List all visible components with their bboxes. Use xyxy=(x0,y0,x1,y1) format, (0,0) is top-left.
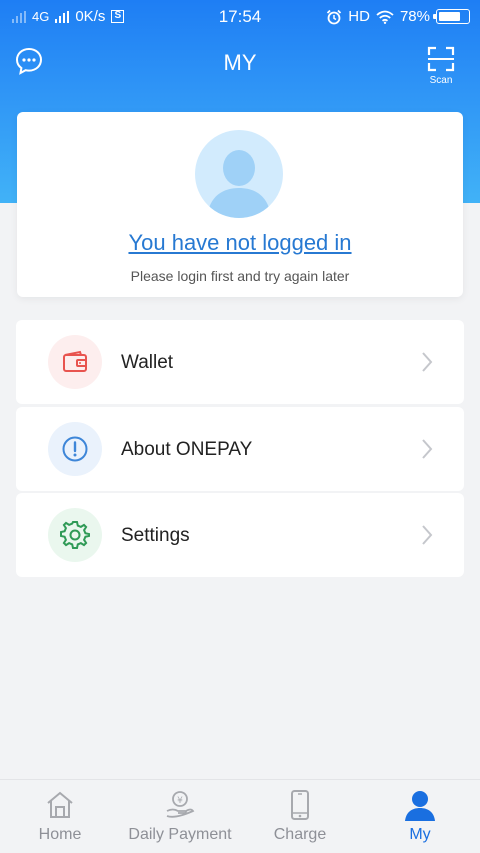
tab-home[interactable]: Home xyxy=(0,780,120,853)
chevron-right-icon xyxy=(422,525,433,545)
battery-level xyxy=(439,12,460,21)
status-bar: 4G 0K/s S 17:54 HD 78% xyxy=(0,0,480,34)
default-avatar-icon xyxy=(207,150,271,218)
wallet-icon xyxy=(63,350,87,372)
tab-label-daily-payment: Daily Payment xyxy=(128,826,232,843)
svg-text:¥: ¥ xyxy=(177,796,183,806)
tab-daily-payment[interactable]: ¥ Daily Payment xyxy=(120,780,240,853)
battery-percent: 78% xyxy=(399,8,430,25)
chevron-right-icon xyxy=(422,352,433,372)
avatar[interactable] xyxy=(195,130,283,218)
tab-charge[interactable]: Charge xyxy=(240,780,360,853)
gear-icon-badge xyxy=(48,508,102,562)
home-icon xyxy=(47,791,73,818)
tab-my[interactable]: My xyxy=(360,780,480,853)
menu-label-wallet: Wallet xyxy=(121,352,174,373)
bottom-tab-bar: Home ¥ Daily Payment Charge My xyxy=(0,779,480,853)
login-hint: Please login first and try again later xyxy=(130,268,350,284)
login-link[interactable]: You have not logged in xyxy=(17,230,463,256)
wallet-icon-badge xyxy=(48,335,102,389)
chevron-right-icon xyxy=(422,439,433,459)
phone-icon xyxy=(291,790,309,820)
hd-indicator: HD xyxy=(348,8,370,25)
info-icon xyxy=(62,436,88,462)
tab-label-charge: Charge xyxy=(273,826,327,843)
scan-icon xyxy=(427,46,455,72)
profile-card: You have not logged in Please login firs… xyxy=(17,112,463,297)
menu-item-settings[interactable]: Settings xyxy=(16,493,464,577)
page-title: MY xyxy=(223,50,257,75)
wifi-icon xyxy=(376,10,394,24)
tab-label-home: Home xyxy=(38,826,82,843)
alarm-clock-icon xyxy=(327,9,342,24)
gear-icon xyxy=(60,521,90,549)
scan-label: Scan xyxy=(429,75,453,86)
menu-label-about: About ONEPAY xyxy=(121,439,253,460)
info-icon-badge xyxy=(48,422,102,476)
menu-item-wallet[interactable]: Wallet xyxy=(16,320,464,404)
menu-item-about[interactable]: About ONEPAY xyxy=(16,407,464,491)
user-icon xyxy=(405,791,435,821)
scan-button[interactable]: Scan xyxy=(426,46,456,86)
payment-hand-icon: ¥ xyxy=(166,791,195,818)
menu-label-settings: Settings xyxy=(121,525,190,546)
tab-label-my: My xyxy=(409,826,431,843)
battery-icon xyxy=(433,9,470,24)
